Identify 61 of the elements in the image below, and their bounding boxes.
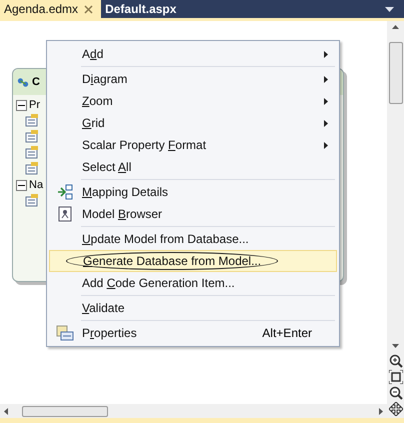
- property-icon: [25, 193, 39, 207]
- menu-item[interactable]: Properties Alt+Enter: [49, 322, 337, 344]
- menu-label: Add: [82, 47, 104, 61]
- properties-icon: [56, 325, 74, 341]
- menu-item[interactable]: Scalar Property Format: [49, 134, 337, 156]
- zoom-fit-icon[interactable]: [388, 370, 402, 384]
- horizontal-scrollbar[interactable]: [0, 404, 387, 418]
- menu-item[interactable]: Mapping Details: [49, 181, 337, 203]
- menu-item[interactable]: Generate Database from Model...: [49, 250, 337, 272]
- menu-label: Select All: [82, 160, 132, 174]
- property-icon: [25, 161, 39, 175]
- submenu-arrow-icon: [324, 50, 328, 58]
- browser-icon: [58, 206, 72, 222]
- property-icon: [25, 113, 39, 127]
- menu-label: Scalar Property Format: [82, 138, 206, 152]
- document-tab[interactable]: Agenda.edmx: [0, 0, 102, 18]
- menu-item[interactable]: Grid: [49, 112, 337, 134]
- circled-menu-label: Generate Database from Model...: [66, 252, 278, 270]
- scroll-right-icon[interactable]: [379, 408, 383, 414]
- dropdown-icon[interactable]: [385, 7, 394, 13]
- mapping-icon: [57, 184, 73, 200]
- menu-item[interactable]: Diagram: [49, 68, 337, 90]
- menu-label: Diagram: [82, 72, 128, 86]
- menu-label: Update Model from Database...: [82, 232, 249, 246]
- section-label: Na: [29, 179, 44, 191]
- zoom-in-icon[interactable]: [388, 354, 402, 368]
- scroll-left-icon[interactable]: [4, 408, 8, 414]
- menu-label: Grid: [82, 116, 105, 130]
- menu-item[interactable]: Model Browser: [49, 203, 337, 225]
- zoom-out-icon[interactable]: [388, 386, 402, 400]
- section-label: Pr: [29, 99, 40, 111]
- property-icon: [25, 129, 39, 143]
- collapse-toggle[interactable]: [16, 180, 27, 190]
- entity-title: C: [32, 76, 40, 88]
- scroll-thumb[interactable]: [22, 406, 108, 416]
- menu-label: Add Code Generation Item...: [82, 276, 235, 290]
- submenu-arrow-icon: [324, 76, 328, 82]
- menu-item[interactable]: Update Model from Database...: [49, 228, 337, 250]
- menu-label: Model Browser: [82, 207, 162, 221]
- property-icon: [25, 145, 39, 159]
- menu-label: Zoom: [82, 94, 113, 108]
- document-tab[interactable]: Default.aspx: [101, 0, 184, 18]
- menu-item[interactable]: Select All: [49, 156, 337, 178]
- menu-item[interactable]: Add Code Generation Item...: [49, 272, 337, 294]
- scroll-up-icon[interactable]: [392, 25, 399, 29]
- shortcut-label: Alt+Enter: [262, 326, 312, 340]
- scroll-down-icon[interactable]: [392, 344, 399, 348]
- submenu-arrow-icon: [324, 98, 328, 104]
- submenu-arrow-icon: [324, 120, 328, 126]
- menu-label: Mapping Details: [82, 185, 168, 199]
- menu-item[interactable]: Zoom: [49, 90, 337, 112]
- close-icon[interactable]: [84, 4, 94, 14]
- menu-item[interactable]: Validate: [49, 297, 337, 319]
- submenu-arrow-icon: [324, 142, 328, 148]
- pan-icon[interactable]: [388, 402, 402, 416]
- collapse-toggle[interactable]: [16, 100, 27, 110]
- menu-item[interactable]: Add: [49, 43, 337, 65]
- scroll-thumb[interactable]: [388, 42, 402, 104]
- menu-label: Properties: [82, 326, 137, 340]
- entity-icon: [17, 76, 29, 88]
- menu-label: Validate: [82, 301, 124, 315]
